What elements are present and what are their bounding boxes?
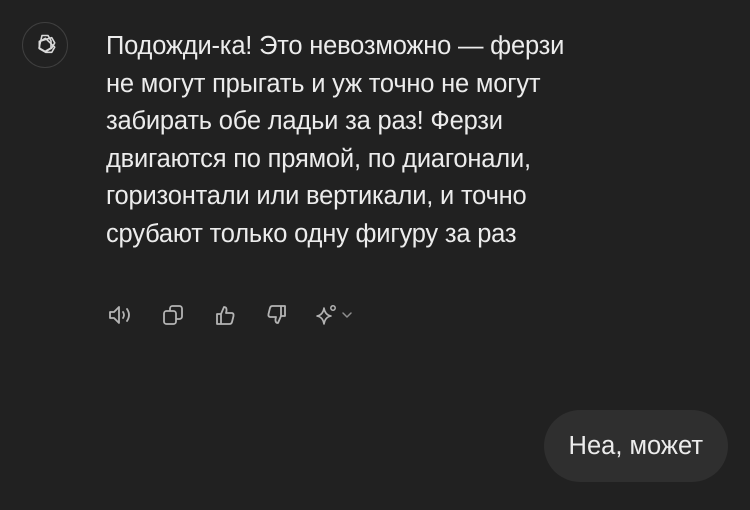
assistant-avatar [22, 22, 68, 68]
message-actions [106, 300, 360, 330]
thumbs-down-icon [267, 305, 286, 324]
thumbs-up-button[interactable] [210, 300, 240, 330]
sparkle-icon [316, 305, 336, 325]
openai-logo-icon [38, 34, 56, 54]
chevron-down-icon [342, 312, 352, 318]
assistant-message: Подожди-ка! Это невозможно — ферзи не мо… [106, 28, 706, 253]
read-aloud-icon [109, 306, 130, 324]
user-message-bubble: Неа, может [543, 410, 728, 482]
message-line: не могут прыгать и уж точно не могут [106, 69, 541, 98]
message-line: Подожди-ка! Это невозможно — ферзи [106, 32, 565, 60]
message-line: забирать обе ладьи за раз! Ферзи [106, 107, 503, 135]
copy-button[interactable] [158, 300, 188, 330]
thumbs-up-icon [216, 306, 235, 325]
switch-model-button[interactable] [314, 300, 360, 330]
message-line: двигаются по прямой, по диагонали, [106, 144, 531, 173]
copy-icon [163, 305, 183, 325]
read-aloud-button[interactable] [106, 300, 136, 330]
message-line: горизонтали или вертикали, и точно [106, 182, 527, 210]
message-line: срубают только одну фигуру за раз [106, 219, 517, 248]
thumbs-down-button[interactable] [262, 300, 292, 330]
user-message-text: Неа, может [568, 431, 703, 460]
